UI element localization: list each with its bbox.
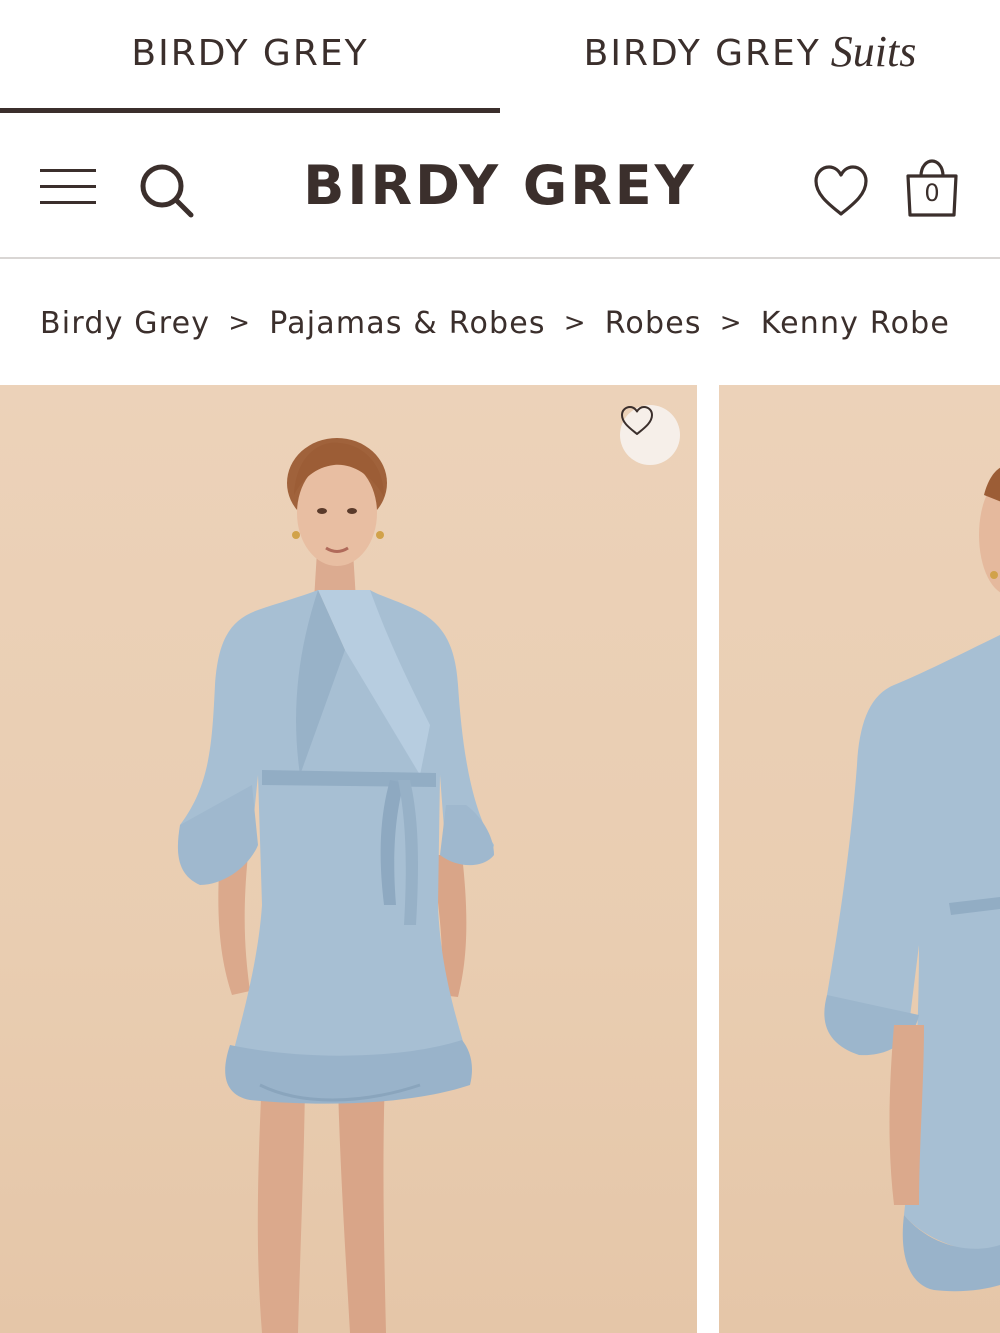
cart-count: 0 <box>924 179 940 207</box>
shopping-bag-icon[interactable]: 0 <box>903 158 961 220</box>
breadcrumb-separator: > <box>719 308 743 338</box>
breadcrumb-robes[interactable]: Robes <box>605 306 702 341</box>
tab-suits-wordmark: Suits <box>830 26 917 76</box>
product-image-side[interactable] <box>719 385 1000 1333</box>
model-illustration-front <box>177 438 494 1333</box>
product-image-front[interactable] <box>0 385 697 1333</box>
breadcrumb: Birdy Grey > Pajamas & Robes > Robes > K… <box>40 300 950 346</box>
active-tab-indicator <box>0 108 500 113</box>
breadcrumb-birdy-grey[interactable]: Birdy Grey <box>40 306 210 341</box>
tab-birdy-grey[interactable]: BIRDY GREY <box>0 0 500 114</box>
tab-birdy-grey-label: BIRDY GREY <box>131 32 369 74</box>
tab-birdy-grey-suits-label: BIRDY GREY <box>583 32 821 74</box>
heart-outline-icon[interactable] <box>620 405 680 465</box>
site-logo[interactable]: BIRDY GREY <box>250 154 750 217</box>
breadcrumb-current-kenny-robe: Kenny Robe <box>760 305 951 341</box>
breadcrumb-separator: > <box>228 308 252 338</box>
tab-birdy-grey-suits[interactable]: BIRDY GREY Suits <box>500 0 1000 114</box>
heart-icon[interactable] <box>812 164 870 218</box>
site-header: BIRDY GREY 0 <box>0 114 1000 259</box>
product-gallery[interactable] <box>0 385 1000 1333</box>
model-illustration-side <box>824 467 1000 1292</box>
hamburger-menu-icon[interactable] <box>40 166 96 208</box>
search-icon[interactable] <box>136 160 196 220</box>
breadcrumb-separator: > <box>563 308 587 338</box>
breadcrumb-pajamas-robes[interactable]: Pajamas & Robes <box>269 306 546 341</box>
brand-tabs: BIRDY GREY BIRDY GREY Suits <box>0 0 1000 114</box>
